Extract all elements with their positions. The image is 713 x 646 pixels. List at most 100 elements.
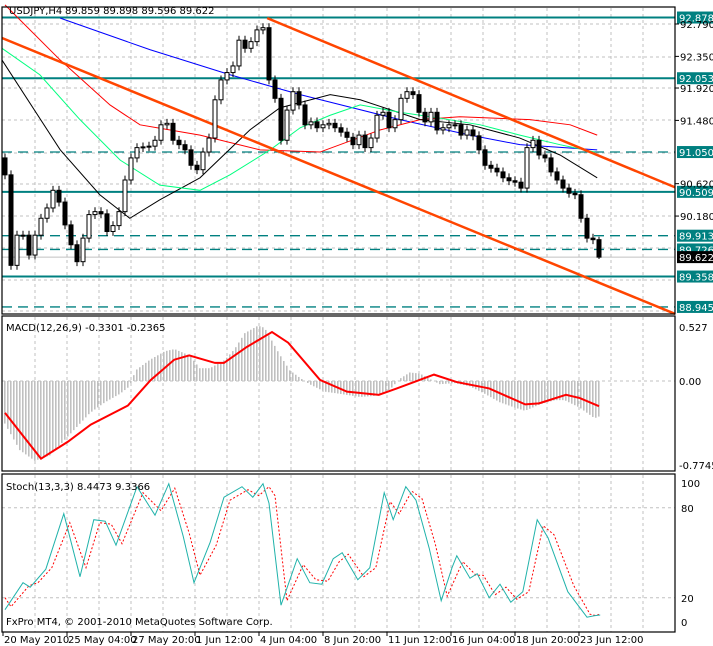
candle — [410, 87, 416, 100]
candle-body — [440, 127, 446, 131]
candle-body — [524, 147, 530, 189]
candle — [20, 230, 26, 240]
candle-body — [242, 39, 248, 49]
level-price-label: 88.945 — [679, 303, 713, 314]
candle — [44, 203, 50, 223]
candle-body — [584, 217, 590, 239]
candle — [140, 142, 146, 153]
macd-histogram-bar — [85, 381, 87, 418]
moving-average-blue — [60, 17, 598, 151]
candle — [452, 120, 458, 130]
candle — [2, 153, 8, 180]
candle — [308, 117, 314, 130]
candle-body — [266, 27, 272, 81]
macd-histogram-bar — [91, 381, 93, 412]
candle-body — [464, 129, 470, 136]
candle — [14, 230, 20, 270]
candle — [122, 175, 128, 217]
candle-body — [392, 119, 398, 129]
candle-body — [38, 217, 44, 236]
macd-histogram-bar — [70, 381, 72, 434]
candle-body — [452, 124, 458, 127]
candle-body — [542, 154, 548, 159]
macd-histogram-bar — [172, 349, 174, 381]
macd-histogram-bar — [43, 381, 45, 458]
macd-histogram-bar — [346, 381, 348, 395]
macd-histogram-bar — [55, 381, 57, 450]
macd-histogram-bar — [250, 329, 252, 381]
candle-body — [194, 164, 200, 171]
macd-histogram-bar — [343, 381, 345, 395]
candle-body — [224, 72, 230, 81]
macd-histogram-bar — [283, 360, 285, 381]
macd-histogram-bar — [25, 381, 27, 455]
candle — [374, 110, 380, 143]
macd-histogram-bar — [169, 350, 171, 381]
macd-histogram-bar — [208, 368, 210, 381]
candle — [26, 230, 32, 260]
stoch-axis-label: 100 — [681, 479, 700, 490]
macd-histogram-bar — [292, 372, 294, 381]
candle — [266, 23, 272, 85]
candle — [8, 170, 14, 270]
candle — [440, 123, 446, 135]
candle-body — [200, 151, 206, 171]
candle-body — [188, 149, 194, 166]
macd-histogram-bar — [277, 351, 279, 381]
macd-histogram-bar — [79, 381, 81, 424]
candle-body — [50, 189, 56, 209]
candle — [278, 93, 284, 145]
macd-histogram-bar — [289, 370, 291, 381]
macd-histogram-bar — [259, 326, 261, 381]
candle — [86, 210, 92, 243]
candle-body — [506, 177, 512, 182]
candle — [158, 120, 164, 145]
candle — [596, 236, 602, 260]
candle-body — [344, 131, 350, 138]
macd-histogram-bar — [52, 381, 54, 453]
trend-line-lower-channel — [1, 36, 676, 316]
candle — [98, 207, 104, 219]
candle-body — [530, 139, 536, 149]
macd-histogram-bar — [376, 381, 378, 396]
candle — [176, 135, 182, 150]
macd-histogram-bar — [241, 337, 243, 381]
candle-body — [368, 137, 374, 149]
mt4-chart-window[interactable]: 92.878 92.053 91.050 90.509 89.913 89.726 89.3… — [0, 0, 713, 646]
chart-canvas[interactable]: 92.87892.05391.05090.50989.91389.72689.3… — [0, 0, 713, 646]
candle — [152, 135, 158, 151]
macd-histogram-bar — [244, 333, 246, 381]
candle — [290, 87, 296, 115]
candle-body — [434, 111, 440, 131]
candle — [254, 25, 260, 47]
candle — [350, 132, 356, 150]
macd-histogram-bar — [133, 375, 135, 381]
candle-body — [278, 97, 284, 141]
macd-histogram-bar — [256, 326, 258, 381]
price-axis-label: 92.350 — [680, 52, 713, 63]
macd-histogram-bar — [4, 381, 6, 424]
macd-histogram-bar — [199, 368, 201, 381]
macd-histogram-bar — [118, 381, 120, 395]
macd-histogram-bar — [574, 381, 576, 406]
candle-body — [512, 180, 518, 183]
macd-histogram-bar — [361, 381, 363, 397]
candle-body — [500, 171, 506, 179]
stoch-signal-line — [4, 485, 601, 617]
time-axis-label: 18 Jun 20:00 — [516, 635, 580, 646]
candle — [368, 133, 374, 153]
candle — [518, 177, 524, 193]
candle-body — [260, 27, 266, 31]
stoch-axis-label: 80 — [681, 504, 694, 515]
candle — [464, 125, 470, 140]
macd-histogram-bar — [238, 342, 240, 381]
candle-body — [404, 91, 410, 99]
macd-histogram-bar — [448, 381, 450, 384]
time-axis-label: 4 Jun 04:00 — [260, 635, 317, 646]
candle — [218, 75, 224, 105]
candle-body — [254, 29, 260, 43]
candle — [248, 37, 254, 53]
candle-body — [326, 122, 332, 126]
macd-histogram-bar — [148, 360, 150, 381]
candle-body — [62, 201, 68, 226]
